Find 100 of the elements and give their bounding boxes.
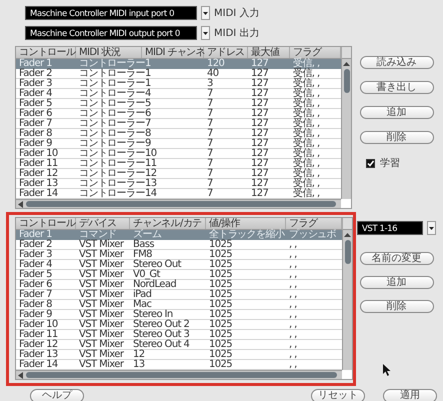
table-row[interactable]: Fader 4 コントローラー4 7 127 受信, , xyxy=(16,89,341,99)
scrollbar-thumb[interactable] xyxy=(344,69,350,93)
column-header[interactable]: MIDI 状況 xyxy=(76,47,142,58)
table-row[interactable]: Fader 13 コントローラー13 7 127 受信, , xyxy=(16,179,341,189)
horizontal-scrollbar[interactable] xyxy=(16,370,342,379)
mouse-pointer-icon xyxy=(382,364,390,376)
table-cell-text: Fader 4 xyxy=(18,89,53,98)
table-cell-text: 1025 xyxy=(208,280,234,289)
action-button[interactable]: 読み込み xyxy=(360,56,434,69)
table-cell-text: 127 xyxy=(250,129,270,138)
table-row[interactable]: Fader 11 VST Mixer Stereo Out 3 1025 , , xyxy=(16,330,342,340)
table-cell-text: 127 xyxy=(250,119,270,128)
table-row[interactable]: Fader 9 VST Mixer Stereo In 1025 , , xyxy=(16,310,342,320)
column-header[interactable]: MIDI チャンネ xyxy=(142,47,204,58)
table-row[interactable]: Fader 2 コントローラー1 40 127 受信, , xyxy=(16,69,341,79)
table-row[interactable]: Fader 6 コントローラー6 7 127 受信, , xyxy=(16,109,341,119)
column-header[interactable]: コントロール xyxy=(16,218,76,229)
table-cell-text: Fader 6 xyxy=(18,109,53,118)
table-cell-text: VST Mixer xyxy=(78,340,125,349)
table-cell-text: 40 xyxy=(206,69,220,78)
table-cell-text: 13 xyxy=(145,179,158,188)
table-row[interactable]: Fader 6 VST Mixer NordLead 1025 , , xyxy=(16,280,342,290)
table-cell-text: 1025 xyxy=(208,250,234,259)
table-row[interactable]: Fader 2 VST Mixer Bass 1025 , , xyxy=(16,240,342,250)
vertical-scrollbar[interactable] xyxy=(341,59,351,199)
column-header[interactable]: 最大値 xyxy=(248,47,290,58)
table-row[interactable]: Fader 10 コントローラー10 7 127 受信, , xyxy=(16,149,341,159)
up-arrow-icon[interactable] xyxy=(344,232,351,238)
horizontal-scrollbar[interactable] xyxy=(16,199,341,208)
dropdown-arrow-button[interactable] xyxy=(201,26,210,40)
left-arrow-icon[interactable] xyxy=(18,200,23,208)
scrollbar-thumb[interactable] xyxy=(26,201,336,207)
table-row[interactable]: Fader 5 コントローラー5 7 127 受信, , xyxy=(16,99,341,109)
table-cell-text: iPad xyxy=(132,290,152,299)
table-cell-text: 1 xyxy=(145,69,152,78)
table-row[interactable]: Fader 8 コントローラー8 7 127 受信, , xyxy=(16,129,341,139)
table-cell-text: 127 xyxy=(250,159,270,168)
action-button[interactable]: 書き出し xyxy=(360,81,434,94)
table-row[interactable]: Fader 7 コントローラー7 7 127 受信, , xyxy=(16,119,341,129)
table-cell-text: 受信, , xyxy=(292,79,321,88)
table-cell-text: 受信, , xyxy=(292,89,321,98)
action-button[interactable]: 削除 xyxy=(360,300,434,313)
column-header[interactable]: チャンネル/カテ xyxy=(130,218,206,229)
action-button[interactable]: 追加 xyxy=(360,276,434,289)
table-cell-text: VST Mixer xyxy=(78,320,125,329)
port-dropdown[interactable]: Maschine Controller MIDI output port 0 xyxy=(25,26,197,40)
up-arrow-icon[interactable] xyxy=(343,61,350,67)
footer-button[interactable]: ヘルプ xyxy=(30,389,84,401)
column-header[interactable]: デバイス xyxy=(76,218,130,229)
table-row[interactable]: Fader 11 コントローラー11 7 127 受信, , xyxy=(16,159,341,169)
table-row[interactable]: Fader 5 VST Mixer V0_Gt 1025 , , xyxy=(16,270,342,280)
table-cell-text: Fader 9 xyxy=(18,139,52,148)
column-header[interactable]: 値/操作 xyxy=(206,218,286,229)
table-cell-text: 1 xyxy=(145,79,152,88)
table-row[interactable]: Fader 7 VST Mixer iPad 1025 , , xyxy=(16,290,342,300)
dropdown-arrow-button[interactable] xyxy=(427,221,436,235)
dropdown-arrow-button[interactable] xyxy=(201,6,210,20)
vertical-scrollbar[interactable] xyxy=(342,230,352,370)
left-arrow-icon[interactable] xyxy=(18,372,23,378)
table-cell-text: , , xyxy=(288,360,298,369)
table-cell-text: , , xyxy=(288,280,298,289)
bank-dropdown[interactable]: VST 1-16 xyxy=(357,221,423,235)
footer-button[interactable]: リセット xyxy=(311,389,365,401)
table-row[interactable]: Fader 13 VST Mixer 12 1025 , , xyxy=(16,350,342,360)
table-row[interactable]: Fader 3 コントローラー1 3 127 受信, , xyxy=(16,79,341,89)
table-cell-text: Fader 11 xyxy=(18,159,59,168)
footer-button[interactable]: 適用 xyxy=(383,389,437,401)
table-cell-text: Fader 14 xyxy=(18,360,59,369)
port-dropdown[interactable]: Maschine Controller MIDI input port 0 xyxy=(25,6,197,20)
table-cell-text: Fader 10 xyxy=(18,320,59,329)
table-row[interactable]: Fader 12 コントローラー12 7 127 受信, , xyxy=(16,169,341,179)
table-cell-text: VST Mixer xyxy=(78,260,125,269)
table-row[interactable]: Fader 12 VST Mixer Stereo Out 4 1025 , , xyxy=(16,340,342,350)
table-row[interactable]: Fader 9 コントローラー9 7 127 受信, , xyxy=(16,139,341,149)
table-row[interactable]: Fader 14 コントローラー14 7 127 受信, , xyxy=(16,189,341,199)
column-header[interactable]: アドレス xyxy=(204,47,248,58)
action-button[interactable]: 追加 xyxy=(360,106,434,119)
table-cell-text: Stereo Out 4 xyxy=(132,340,190,349)
scrollbar-thumb[interactable] xyxy=(26,372,337,378)
table-cell-text: VST Mixer xyxy=(78,270,125,279)
port-label: MIDI 出力 xyxy=(214,26,260,40)
table-cell-text: Fader 2 xyxy=(18,69,53,78)
table-row[interactable]: Fader 3 VST Mixer FM8 1025 , , xyxy=(16,250,342,260)
caret-icon xyxy=(203,12,208,14)
column-header[interactable]: コントロール xyxy=(16,47,76,58)
table-cell-text: Fader 12 xyxy=(18,340,59,349)
table-cell-text: , , xyxy=(288,270,298,279)
table-row[interactable]: Fader 14 VST Mixer 13 1025 , , xyxy=(16,360,342,370)
table-cell-text: 受信, , xyxy=(292,139,321,148)
table-cell-text: 1025 xyxy=(208,350,234,359)
scrollbar-thumb[interactable] xyxy=(344,240,350,264)
table-row[interactable]: Fader 10 VST Mixer Stereo Out 2 1025 , , xyxy=(16,320,342,330)
table-row[interactable]: Fader 4 VST Mixer Stereo Out 1025 , , xyxy=(16,260,342,270)
table-row[interactable]: Fader 8 VST Mixer Mac 1025 , , xyxy=(16,300,342,310)
learn-checkbox[interactable] xyxy=(366,158,375,168)
table-cell-text: Fader 10 xyxy=(18,149,59,158)
action-button[interactable]: 名前の変更 xyxy=(360,252,434,265)
table-cell-text: 127 xyxy=(250,149,270,158)
table-cell-text: Fader 3 xyxy=(18,79,53,88)
action-button[interactable]: 削除 xyxy=(360,131,434,144)
